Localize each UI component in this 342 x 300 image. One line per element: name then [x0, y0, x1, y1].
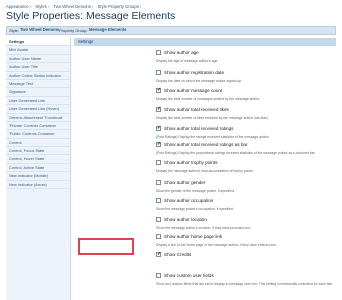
style-label: Style: [9, 28, 20, 33]
option-checkbox[interactable] [156, 160, 161, 165]
option-label[interactable]: Show author total received ratings [164, 126, 233, 131]
option-label[interactable]: Show author trophy points [164, 160, 217, 165]
page-title: Style Properties: Message Elements [6, 10, 176, 22]
sidebar-item[interactable]: User-Generated Link (Hover) [6, 105, 70, 114]
option-checkbox[interactable] [156, 217, 161, 222]
option-description: (Post Ratings) Display the proportional … [156, 151, 316, 155]
option-description: Display the date on which the message au… [156, 79, 243, 83]
option-description: Display the message author's total accum… [156, 169, 254, 173]
sidebar-item[interactable]: User-Generated Link [6, 97, 70, 106]
sidebar-item[interactable]: New Indicator (Arrow) [6, 181, 70, 190]
option-label[interactable]: Show author age [164, 50, 199, 55]
option-label[interactable]: Show author message count [164, 88, 222, 93]
option-checkbox[interactable] [156, 87, 161, 93]
option-checkbox[interactable] [156, 125, 161, 131]
option-checkbox[interactable] [156, 70, 161, 75]
sidebar-item[interactable]: 'Public' Controls Container [6, 130, 70, 139]
style-value[interactable]: Two Wheel Demons [20, 27, 59, 32]
sidebar-item[interactable]: Control, Active State [6, 164, 70, 173]
option-checkbox[interactable] [156, 251, 161, 257]
sidebar-item[interactable]: Generic Attachment Thumbnail [6, 114, 70, 122]
option-description: Show any custom fields that are set to d… [156, 282, 332, 286]
option-description: Show the message poster's occupation, if… [156, 207, 234, 211]
settings-section-header: Settings [74, 38, 336, 46]
breadcrumb-style[interactable]: Two Wheel Demons › [53, 4, 93, 9]
option-description: Display a link to the home page of the m… [156, 243, 278, 247]
breadcrumb: Appearance › Styles › Two Wheel Demons ›… [6, 4, 144, 9]
sidebar-item[interactable]: New Indicator (Mobile) [6, 172, 70, 181]
sidebar-item[interactable]: Mini Avatar [6, 46, 70, 55]
style-selector-bar: Style: Two Wheel Demons Property Group: … [6, 26, 336, 35]
option-description: (Post Ratings) Display the ratings recei… [156, 135, 270, 139]
sidebar-item[interactable]: Control, Focus State [6, 147, 70, 156]
sidebar-item[interactable]: 'Private' Controls Container [6, 122, 70, 131]
sidebar-item[interactable]: Author User Name [6, 55, 70, 64]
option-label[interactable]: Show author total received ratings as ba… [164, 142, 248, 147]
property-sidebar: Settings Mini Avatar Author User Name Au… [6, 38, 71, 300]
option-label[interactable]: Show Credits [164, 252, 191, 257]
sidebar-item[interactable]: Message Text [6, 80, 70, 89]
sidebar-item[interactable]: Control, Hover State [6, 155, 70, 164]
option-description: Display the total number of likes receiv… [156, 116, 269, 120]
highlight-box [78, 238, 134, 255]
option-label[interactable]: Show author occupation [164, 198, 213, 203]
option-label[interactable]: Show author registration date [164, 70, 224, 75]
breadcrumb-appearance[interactable]: Appearance › [6, 4, 31, 9]
option-description: Display the age of message author's age. [156, 59, 219, 63]
option-checkbox[interactable] [156, 180, 161, 185]
sidebar-item[interactable]: Control [6, 139, 70, 148]
option-checkbox[interactable] [156, 198, 161, 203]
property-group-value[interactable]: Message Elements [89, 27, 126, 32]
option-checkbox[interactable] [156, 273, 161, 278]
option-description: Display the total number of messages pos… [156, 97, 261, 101]
option-label[interactable]: Show author total received likes [164, 107, 229, 112]
option-checkbox[interactable] [156, 106, 161, 112]
property-group-label: Property Group: [59, 28, 88, 33]
breadcrumb-styles[interactable]: Styles › [35, 4, 49, 9]
option-label[interactable]: Show custom user fields [164, 273, 214, 278]
style-properties-page: Appearance › Styles › Two Wheel Demons ›… [0, 0, 342, 300]
option-label[interactable]: Show author location [164, 217, 207, 222]
option-description: Show the message author's location, if t… [156, 226, 252, 230]
sidebar-item[interactable]: Author Online Status Indicator [6, 72, 70, 80]
option-label[interactable]: Show author home page link [164, 234, 222, 239]
option-checkbox[interactable] [156, 141, 161, 147]
sidebar-item-settings[interactable]: Settings [6, 38, 70, 47]
settings-panel: Settings Show author age Display the age … [74, 38, 336, 300]
option-checkbox[interactable] [156, 50, 161, 55]
sidebar-item[interactable]: Author User Title [6, 63, 70, 72]
option-description: Show the gender of the message poster, i… [156, 189, 235, 193]
option-label[interactable]: Show author gender [164, 180, 205, 185]
option-checkbox[interactable] [156, 234, 161, 239]
sidebar-item[interactable]: Signature [6, 88, 70, 97]
breadcrumb-property-groups[interactable]: Style Property Groups › [98, 4, 142, 9]
